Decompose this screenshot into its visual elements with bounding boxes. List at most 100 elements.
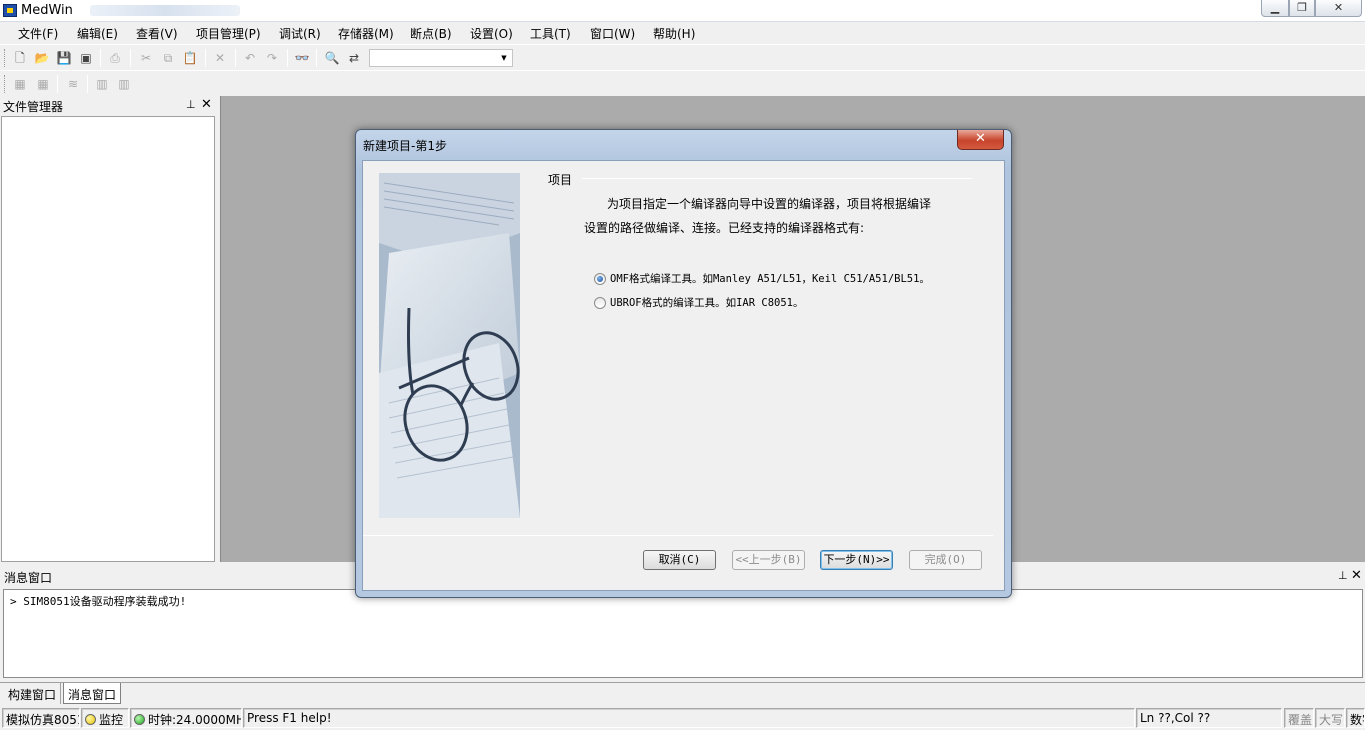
menu-edit[interactable]: 编辑(E) [77, 25, 118, 42]
status-caps: 大写 [1315, 708, 1345, 728]
status-overwrite: 覆盖 [1284, 708, 1314, 728]
file-manager-title: 文件管理器 [3, 100, 64, 114]
close-icon[interactable]: ✕ [1351, 568, 1362, 583]
toolbar-separator [57, 75, 58, 93]
save-icon: 💾 [56, 51, 72, 65]
paste-button[interactable]: 📋 [182, 50, 198, 66]
compile-button[interactable]: ▦ [12, 76, 28, 92]
dialog-close-button[interactable]: ✕ [957, 130, 1004, 150]
print-button[interactable]: ⎙ [107, 50, 123, 66]
toolbar-grip[interactable] [4, 75, 7, 93]
status-help: Press F1 help! [243, 708, 1135, 728]
stack-icon: ≋ [67, 77, 79, 91]
file-manager-tree[interactable] [1, 116, 215, 562]
build-button[interactable]: ▦ [35, 76, 51, 92]
toolbar-separator [100, 49, 101, 67]
tab-build[interactable]: 构建窗口 [4, 683, 62, 704]
toolbar-separator [87, 75, 88, 93]
search-combo[interactable]: ▼ [369, 49, 513, 67]
menu-window[interactable]: 窗口(W) [590, 25, 635, 42]
replace-button[interactable]: ⇄ [346, 50, 362, 66]
menu-memory[interactable]: 存储器(M) [338, 25, 394, 42]
build-toolbar: ▦ ▦ ≋ ▥ ▥ [0, 70, 1365, 96]
download-button[interactable]: ▥ [94, 76, 110, 92]
replace-icon: ⇄ [348, 51, 360, 65]
delete-button[interactable]: ✕ [212, 50, 228, 66]
message-window-title: 消息窗口 [4, 571, 53, 585]
undo-icon: ↶ [244, 51, 256, 65]
new-file-button[interactable]: 🗋 [12, 50, 28, 66]
back-button[interactable]: <<上一步(B) [732, 550, 805, 570]
pin-icon[interactable]: ⊥ [1338, 569, 1348, 582]
standard-toolbar: 🗋 📂 💾 ▣ ⎙ ✂ ⧉ 📋 ✕ ↶ ↷ 👓 🔍 ⇄ ▼ [0, 44, 1365, 70]
scissors-icon: ✂ [140, 51, 152, 65]
dialog-title: 新建项目-第1步 [363, 139, 447, 153]
toolbar-separator [316, 49, 317, 67]
status-clock: 时钟:24.0000MHz [130, 708, 242, 728]
rebuild-button[interactable]: ≋ [65, 76, 81, 92]
save-button[interactable]: 💾 [56, 50, 72, 66]
binoculars-icon: 👓 [294, 51, 310, 65]
menu-bar: 文件(F) 编辑(E) 查看(V) 项目管理(P) 调试(R) 存储器(M) 断… [0, 22, 1365, 43]
copy-icon: ⧉ [163, 51, 173, 65]
status-monitor: 监控 [81, 708, 129, 728]
restore-button[interactable]: ❐ [1289, 0, 1315, 17]
radio-omf[interactable] [594, 273, 606, 285]
menu-breakpoint[interactable]: 断点(B) [410, 25, 452, 42]
cut-button[interactable]: ✂ [138, 50, 154, 66]
download-icon: ▥ [96, 77, 108, 91]
menu-debug[interactable]: 调试(R) [279, 25, 321, 42]
menu-project[interactable]: 项目管理(P) [196, 25, 261, 42]
radio-ubrof[interactable] [594, 297, 606, 309]
new-file-icon: 🗋 [15, 51, 25, 65]
status-sim-mode: 模拟仿真8051 [2, 708, 80, 728]
toolbar-separator [287, 49, 288, 67]
download-run-button[interactable]: ▥ [116, 76, 132, 92]
open-file-button[interactable]: 📂 [34, 50, 50, 66]
finish-button[interactable]: 完成(O) [909, 550, 982, 570]
menu-file[interactable]: 文件(F) [18, 25, 58, 42]
tab-messages[interactable]: 消息窗口 [63, 683, 122, 704]
toolbar-separator [235, 49, 236, 67]
minimize-button[interactable]: ▁ [1261, 0, 1289, 17]
status-bar: 模拟仿真8051 监控 时钟:24.0000MHz Press F1 help!… [0, 706, 1365, 730]
radio-ubrof-label[interactable]: UBROF格式的编译工具。如IAR C8051。 [610, 295, 804, 310]
close-button[interactable]: ✕ [1315, 0, 1362, 17]
group-divider [582, 178, 972, 179]
group-project-label: 项目 [548, 173, 573, 187]
status-cursor-position: Ln ??,Col ?? [1136, 708, 1282, 728]
pin-icon[interactable]: ⊥ [186, 98, 196, 111]
file-manager-header: 文件管理器 ⊥ ✕ [0, 97, 217, 115]
status-monitor-label: 监控 [99, 713, 124, 727]
chevron-down-icon[interactable]: ▼ [497, 51, 511, 65]
cancel-button[interactable]: 取消(C) [643, 550, 716, 570]
menu-settings[interactable]: 设置(O) [470, 25, 513, 42]
dialog-description-line-1: 为项目指定一个编译器向导中设置的编译器，项目将根据编译 [607, 197, 932, 211]
dialog-description-line-2: 设置的路径做编译、连接。已经支持的编译器格式有: [584, 221, 865, 235]
save-all-button[interactable]: ▣ [78, 50, 94, 66]
menu-help[interactable]: 帮助(H) [653, 25, 695, 42]
menu-tools[interactable]: 工具(T) [530, 25, 571, 42]
redo-button[interactable]: ↷ [264, 50, 280, 66]
dialog-client-area: 项目 为项目指定一个编译器向导中设置的编译器，项目将根据编译 设置的路径做编译、… [362, 160, 1005, 591]
find-in-files-button[interactable]: 🔍 [324, 50, 340, 66]
save-all-icon: ▣ [80, 51, 92, 65]
toolbar-grip[interactable] [4, 49, 7, 67]
undo-button[interactable]: ↶ [242, 50, 258, 66]
redo-icon: ↷ [266, 51, 278, 65]
new-project-dialog: 新建项目-第1步 ✕ 项目 为项目指定一个编译器向导中设置的编译器，项目将根据编… [355, 129, 1012, 598]
find-in-files-icon: 🔍 [324, 51, 340, 65]
app-logo-icon [3, 4, 17, 17]
close-icon[interactable]: ✕ [201, 97, 212, 112]
message-line: > SIM8051设备驱动程序装载成功! [10, 595, 187, 608]
radio-omf-label[interactable]: OMF格式编译工具。如Manley A51/L51，Keil C51/A51/B… [610, 271, 930, 286]
toolbar-separator [130, 49, 131, 67]
message-output[interactable]: > SIM8051设备驱动程序装载成功! [3, 589, 1363, 678]
copy-button[interactable]: ⧉ [160, 50, 176, 66]
minimize-icon: ▁ [1270, 1, 1280, 14]
menu-view[interactable]: 查看(V) [136, 25, 178, 42]
title-blurred-text [90, 5, 240, 16]
next-button[interactable]: 下一步(N)>> [820, 550, 893, 570]
find-button[interactable]: 👓 [294, 50, 310, 66]
delete-x-icon: ✕ [214, 51, 226, 65]
